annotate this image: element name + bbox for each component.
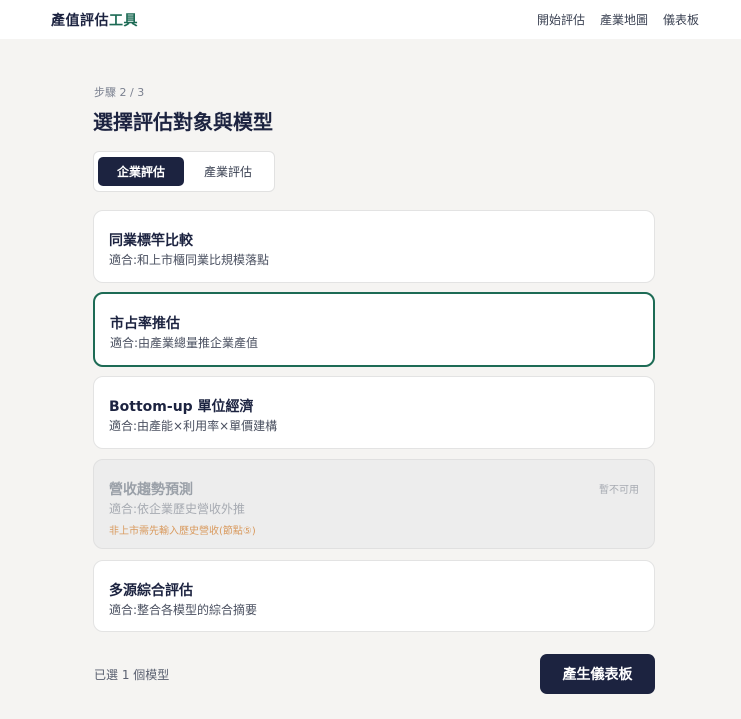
model-card-market-share[interactable]: 市占率推估 適合:由產業總量推企業產值 [93, 292, 655, 367]
model-description: 適合:整合各模型的綜合摘要 [109, 603, 258, 617]
brand-accent: 工具 [109, 13, 138, 29]
model-title: 市占率推估 [110, 316, 180, 332]
model-card-revenue-trend: 營收趨勢預測 暫不可用 適合:依企業歷史營收外推 非上市需先輸入歷史營收(節點⑤… [93, 459, 655, 549]
model-title: 營收趨勢預測 [109, 482, 193, 498]
model-description: 適合:和上市櫃同業比規模落點 [109, 253, 270, 267]
model-title: Bottom-up 單位經濟 [109, 399, 254, 415]
page-title: 選擇評估對象與模型 [93, 110, 273, 134]
model-card-multi-source[interactable]: 多源綜合評估 適合:整合各模型的綜合摘要 [93, 560, 655, 632]
selected-count: 已選 1 個模型 [94, 668, 170, 682]
nav-dashboard[interactable]: 儀表板 [663, 11, 699, 28]
brand-logo[interactable]: 產值評估工具 [51, 10, 138, 30]
top-nav: 開始評估 產業地圖 儀表板 [537, 11, 699, 28]
nav-start-assessment[interactable]: 開始評估 [537, 11, 585, 28]
model-warning: 非上市需先輸入歷史營收(節點⑤) [109, 526, 256, 537]
nav-industry-map[interactable]: 產業地圖 [600, 11, 648, 28]
tab-company[interactable]: 企業評估 [98, 157, 184, 186]
model-description: 適合:依企業歷史營收外推 [109, 502, 246, 516]
step-indicator: 步驟 2 / 3 [94, 86, 145, 99]
model-description: 適合:由產業總量推企業產值 [110, 336, 259, 350]
generate-dashboard-button[interactable]: 產生儀表板 [540, 654, 655, 694]
tab-industry[interactable]: 產業評估 [188, 157, 268, 186]
top-bar: 產值評估工具 開始評估 產業地圖 儀表板 [0, 0, 741, 39]
model-card-peer-benchmark[interactable]: 同業標竿比較 適合:和上市櫃同業比規模落點 [93, 210, 655, 283]
brand-name: 產值評估 [51, 13, 109, 29]
model-description: 適合:由產能×利用率×單價建構 [109, 419, 278, 433]
target-type-tabs: 企業評估 產業評估 [93, 151, 275, 192]
model-card-bottom-up[interactable]: Bottom-up 單位經濟 適合:由產能×利用率×單價建構 [93, 376, 655, 449]
unavailable-badge: 暫不可用 [599, 485, 639, 496]
model-title: 多源綜合評估 [109, 583, 193, 599]
model-title: 同業標竿比較 [109, 233, 193, 249]
